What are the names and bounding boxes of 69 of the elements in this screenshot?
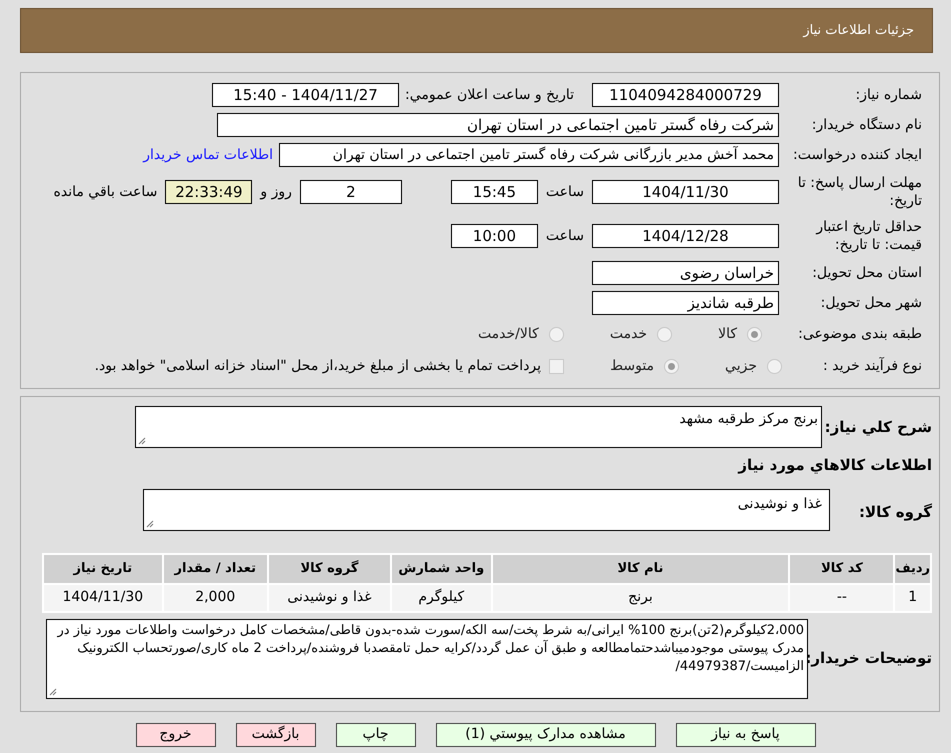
field-label: کالا [718, 324, 737, 344]
field-label: روز و [260, 182, 292, 202]
buyer-name-field: شرکت رفاه گستر تامین اجتماعی در استان تهران [217, 113, 779, 137]
requester-field: محمد آخش مدیر بازرگانی شرکت رفاه گستر تامین اجتماعی در استان تهران [279, 143, 779, 167]
resize-grip-icon [138, 437, 146, 445]
description-field[interactable]: برنج مرکز طرقبه مشهد [135, 406, 822, 448]
radio-button[interactable] [747, 326, 762, 342]
field-label: شهر محل تحویل: [820, 294, 922, 312]
table-cell: برنج [492, 584, 790, 612]
field-label: طبقه بندی موضوعی: [797, 324, 922, 344]
need-number-field: 1104094284000729 [592, 83, 779, 107]
table-header: گروه کالا [268, 554, 392, 584]
field-label: شماره نیاز: [854, 86, 922, 104]
field-label: ساعت [546, 226, 584, 246]
radio-button[interactable] [664, 358, 680, 374]
table-cell: 2,000 [162, 584, 268, 612]
page-title: جزئیات اطلاعات نیاز [803, 22, 914, 40]
days-field: 2 [300, 180, 402, 204]
table-cell: 1 [894, 584, 931, 612]
field-label: متوسط [610, 356, 654, 376]
table-header: ردیف [894, 554, 931, 584]
table-header: کد کالا [789, 554, 894, 584]
table-header: واحد شمارش [391, 554, 492, 584]
field-label: ایجاد کننده درخواست: [792, 146, 922, 164]
action-button[interactable]: چاپ [336, 722, 416, 746]
field-label: حداقل تاریخ اعتبار قیمت: تا تاریخ: [814, 218, 922, 254]
resize-grip-icon [146, 520, 154, 528]
table-header: نام کالا [492, 554, 790, 584]
remaining-time-field: 22:33:49 [165, 180, 252, 204]
radio-button[interactable] [548, 326, 564, 342]
validity-time-field: 10:00 [450, 224, 538, 248]
field-label: گروه کالا: [858, 502, 932, 523]
table-cell: غذا و نوشیدنی [268, 584, 392, 612]
deadline-time-field: 15:45 [450, 180, 538, 204]
action-button[interactable]: خروج [136, 722, 216, 746]
announce-date-field: 1404/11/27 - 15:40 [212, 83, 400, 107]
field-label: توضیحات خریدار: [808, 648, 932, 670]
radio-button[interactable] [657, 326, 672, 342]
action-button[interactable]: بازگشت [236, 722, 316, 746]
field-label: تاريخ و ساعت اعلان عمومي: [405, 86, 574, 104]
field-label: پرداخت تمام یا بخشی از مبلغ خرید،از محل "اسناد خزانه اسلامی" خواهد بود. [94, 356, 542, 376]
goods-group-field[interactable]: غذا و نوشیدنی [143, 488, 830, 530]
field-label: نام دستگاه خریدار: [810, 116, 922, 134]
city-field: طرقبه شاندیز [592, 291, 779, 315]
action-button[interactable]: پاسخ به نیاز [676, 722, 816, 746]
field-label: ساعت باقي مانده [54, 182, 158, 202]
deadline-date-field: 1404/11/30 [592, 180, 779, 204]
buyer-notes-field[interactable]: 2،000کیلوگرم(2تن)برنج 100% ایرانی/به شرط پخت/سه الکه/سورت شده-بدون قاطی/مشخصات کامل درخواست واطلاعات مورد نیاز در مدرک پیوستی موجودمیباشدحتمامطالعه و طبق آن عمل گردد/کرایه حمل تامقصدبا فروشنده/پرداخت 2 ماه کاری/صورتحساب الکترونیک الزامیست/44979387/ [46, 618, 808, 698]
field-label: استان محل تحویل: [811, 264, 922, 282]
field-label: نوع فرآیند خرید : [822, 356, 922, 376]
field-label: کالا/خدمت [478, 324, 539, 344]
field-label: مهلت ارسال پاسخ: تا تاریخ: [796, 174, 922, 210]
field-label: ساعت [546, 182, 584, 202]
field-label: خدمت [610, 324, 648, 344]
buyer-contact-link[interactable]: اطلاعات تماس خریدار [143, 144, 273, 166]
validity-date-field: 1404/12/28 [592, 224, 779, 248]
table-cell: 1404/11/30 [43, 584, 163, 612]
resize-grip-icon [49, 688, 57, 696]
province-field: خراسان رضوی [592, 261, 779, 285]
field-label: شرح کلي نياز: [824, 417, 932, 438]
table-cell: -- [789, 584, 894, 612]
treasury-checkbox[interactable] [549, 358, 564, 374]
action-button[interactable]: مشاهده مدارک پیوستي (1) [436, 722, 656, 746]
table-header: تاریخ نیاز [43, 554, 163, 584]
radio-button[interactable] [767, 358, 782, 374]
table-cell: کیلوگرم [391, 584, 492, 612]
table-header: تعداد / مقدار [162, 554, 268, 584]
field-label: جزيي [725, 356, 757, 376]
section-heading: اطلاعات کالاهاي مورد نياز [736, 455, 932, 476]
